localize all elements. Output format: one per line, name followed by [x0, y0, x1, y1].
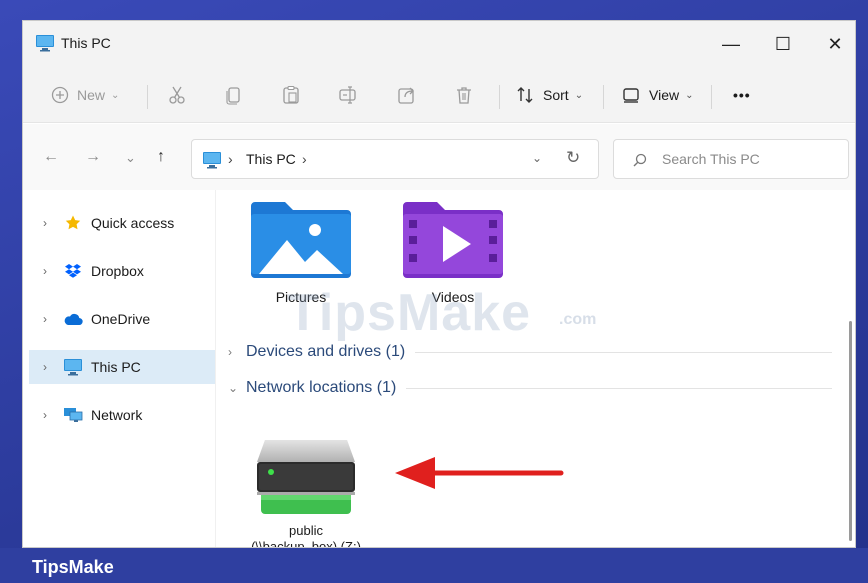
sidebar-item-label: Network — [91, 407, 143, 423]
chevron-down-icon: ⌄ — [111, 89, 120, 101]
sidebar-item-label: Quick access — [91, 215, 175, 231]
search-box[interactable]: Search This PC — [613, 139, 849, 179]
sidebar-item-label: This PC — [91, 359, 141, 375]
view-label: View — [649, 87, 680, 103]
more-options-button[interactable]: ••• — [733, 81, 751, 109]
breadcrumb-separator[interactable]: › — [302, 151, 307, 167]
command-bar: New ⌄ Sort ⌄ View ⌄ ••• — [23, 67, 855, 123]
annotation-arrow-icon — [391, 453, 567, 498]
more-icon: ••• — [733, 87, 751, 103]
sidebar-item-label: OneDrive — [91, 311, 151, 327]
cut-button[interactable] — [167, 81, 187, 109]
view-icon — [621, 85, 641, 105]
copy-button[interactable] — [224, 81, 244, 109]
network-drive-public[interactable]: public (\\backup_box) (Z:) — [236, 436, 376, 548]
expand-arrow-icon[interactable]: › — [35, 264, 55, 278]
share-icon — [397, 85, 417, 105]
sort-button[interactable]: Sort ⌄ — [515, 81, 583, 109]
paste-button[interactable] — [281, 81, 301, 109]
rename-button[interactable] — [338, 81, 360, 109]
new-button[interactable]: New ⌄ — [51, 81, 119, 109]
refresh-button[interactable]: ↻ — [566, 148, 580, 168]
recent-locations-button[interactable]: ⌄ — [125, 150, 136, 166]
star-icon — [63, 214, 83, 232]
dropbox-icon — [63, 262, 83, 280]
sidebar-item-network[interactable]: › Network — [29, 398, 215, 432]
chevron-down-icon: ⌄ — [228, 381, 239, 395]
chevron-right-icon: › — [228, 345, 232, 359]
group-network-locations[interactable]: ⌄ Network locations (1) — [228, 376, 832, 400]
separator — [499, 85, 500, 109]
monitor-icon — [35, 34, 55, 52]
window-title: This PC — [61, 35, 111, 51]
breadcrumb-separator[interactable]: › — [228, 151, 233, 167]
sort-icon — [515, 85, 535, 105]
rename-icon — [338, 85, 360, 105]
sidebar-item-this-pc[interactable]: › This PC — [29, 350, 215, 384]
new-label: New — [77, 87, 106, 103]
divider — [406, 387, 832, 389]
share-button[interactable] — [397, 81, 417, 109]
close-button[interactable]: ✕ — [815, 31, 855, 57]
back-button[interactable]: ← — [43, 148, 59, 166]
monitor-icon — [202, 151, 222, 174]
watermark-suffix: .com — [559, 311, 597, 328]
search-icon — [632, 152, 648, 173]
divider — [415, 351, 832, 353]
address-row: ← → ⌄ ↑ › This PC › ⌄ ↻ Search This PC — [23, 124, 855, 190]
plus-circle-icon — [51, 86, 69, 104]
expand-arrow-icon[interactable]: › — [35, 312, 55, 326]
scrollbar[interactable] — [849, 321, 852, 541]
brand-logo-text: TipsMake — [32, 557, 114, 577]
cloud-icon — [63, 310, 83, 328]
expand-arrow-icon[interactable]: › — [35, 216, 55, 230]
chevron-down-icon: ⌄ — [685, 89, 694, 101]
sidebar-item-dropbox[interactable]: › Dropbox — [29, 254, 215, 288]
sidebar-item-label: Dropbox — [91, 263, 144, 279]
separator — [603, 85, 604, 109]
sidebar-item-onedrive[interactable]: › OneDrive — [29, 302, 215, 336]
address-history-dropdown[interactable]: ⌄ — [532, 151, 542, 165]
view-button[interactable]: View ⌄ — [621, 81, 693, 109]
watermark: TipsMake — [287, 284, 532, 342]
forward-button[interactable]: → — [85, 148, 101, 166]
network-icon — [63, 406, 83, 424]
group-devices-and-drives[interactable]: › Devices and drives (1) — [228, 340, 832, 364]
separator — [147, 85, 148, 109]
breadcrumb-this-pc[interactable]: This PC — [246, 151, 296, 167]
drive-label-path: (\\backup_box) (Z:) — [251, 539, 361, 548]
sort-label: Sort — [543, 87, 569, 103]
group-title: Network locations (1) — [246, 379, 397, 396]
brand-footer: TipsMake — [0, 548, 868, 583]
up-button[interactable]: ↑ — [157, 148, 165, 166]
paste-icon — [281, 85, 301, 105]
separator — [711, 85, 712, 109]
address-bar[interactable]: › This PC › ⌄ ↻ — [191, 139, 599, 179]
minimize-button[interactable]: — — [711, 31, 751, 57]
sidebar-item-quick-access[interactable]: › Quick access — [29, 206, 215, 240]
group-title: Devices and drives (1) — [246, 343, 406, 360]
videos-folder-icon — [401, 202, 505, 284]
maximize-button[interactable]: ☐ — [763, 31, 803, 57]
expand-arrow-icon[interactable]: › — [35, 408, 55, 422]
delete-button[interactable] — [454, 81, 474, 109]
delete-icon — [454, 85, 474, 105]
cut-icon — [167, 85, 187, 105]
file-explorer-window: This PC — ☐ ✕ New ⌄ Sort ⌄ View ⌄ ••• ← … — [22, 20, 856, 548]
drive-label-name: public — [289, 523, 323, 538]
search-input[interactable]: Search This PC — [662, 151, 760, 167]
pictures-folder-icon — [249, 202, 353, 284]
navigation-pane: › Quick access › Dropbox › OneDrive › Th… — [23, 190, 215, 547]
copy-icon — [224, 85, 244, 105]
expand-arrow-icon[interactable]: › — [35, 360, 55, 374]
network-drive-icon — [253, 440, 359, 522]
chevron-down-icon: ⌄ — [574, 89, 584, 101]
monitor-icon — [63, 358, 83, 376]
title-bar: This PC — ☐ ✕ — [23, 21, 855, 67]
